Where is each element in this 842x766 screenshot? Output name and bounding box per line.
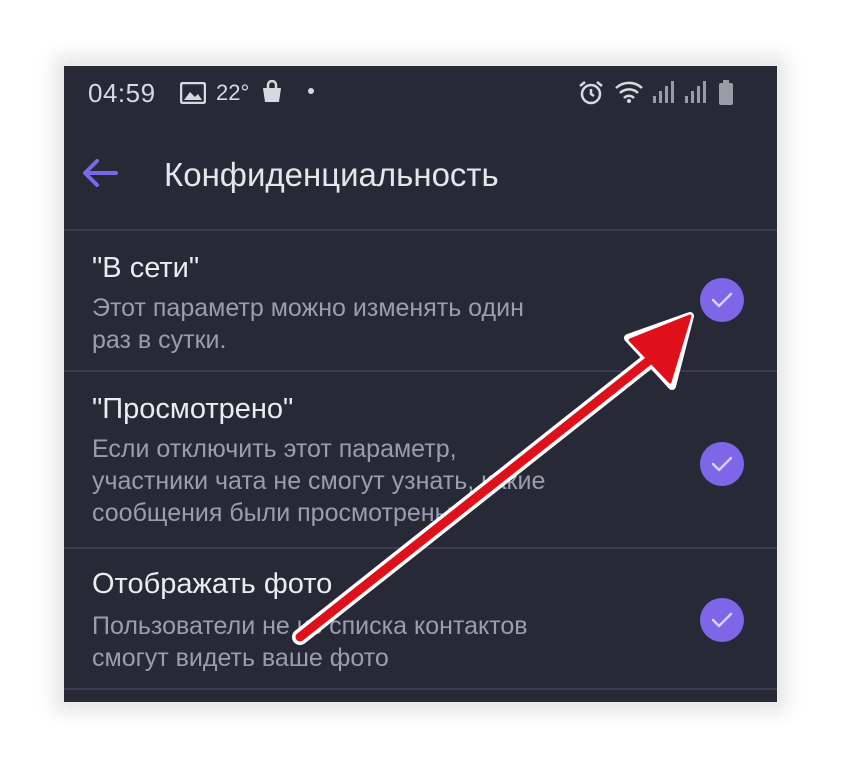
setting-online-status[interactable]: "В сети" Этот параметр можно изменять од… [64, 230, 777, 370]
toolbar: Конфиденциальность [64, 118, 777, 230]
arrow-left-icon[interactable] [82, 158, 118, 193]
status-temperature: 22° [216, 80, 250, 105]
status-time: 04:59 [88, 78, 156, 108]
setting-title: "В сети" [92, 252, 200, 284]
phone-screen: 04:59 22° Конфиденциальность "В сети" Эт… [64, 66, 777, 702]
setting-read-receipts[interactable]: "Просмотрено" Если отключить этот параме… [64, 371, 777, 547]
status-bar: 04:59 22° [64, 66, 777, 118]
description-line: сообщения были просмотрены. [92, 499, 460, 527]
setting-description: Пользователи не из списка контактов смог… [92, 610, 652, 674]
alarm-icon [577, 80, 605, 113]
setting-show-photo[interactable]: Отображать фото Пользователи не из списк… [64, 548, 777, 688]
battery-icon [718, 80, 734, 113]
setting-title: "Просмотрено" [92, 393, 294, 425]
description-line: раз в сутки. [92, 326, 227, 354]
description-line: Если отключить этот параметр, [92, 435, 457, 463]
notification-dot [308, 88, 314, 94]
wifi-icon [614, 80, 644, 111]
description-line: смогут видеть ваше фото [92, 644, 389, 672]
setting-title: Отображать фото [92, 568, 333, 600]
setting-description: Этот параметр можно изменять один раз в … [92, 292, 652, 356]
read-receipts-checkbox[interactable] [700, 442, 744, 486]
description-line: Пользователи не из списка контактов [92, 612, 528, 640]
page-title: Конфиденциальность [164, 156, 499, 193]
divider [64, 688, 777, 690]
signal-icon [652, 80, 676, 111]
setting-description: Если отключить этот параметр, участники … [92, 433, 652, 529]
description-line: Этот параметр можно изменять один [92, 294, 524, 322]
gallery-icon [179, 80, 207, 111]
online-status-checkbox[interactable] [700, 278, 744, 322]
signal-icon [684, 80, 708, 111]
description-line: участники чата не смогут узнать, какие [92, 467, 546, 495]
show-photo-checkbox[interactable] [700, 598, 744, 642]
bag-icon [260, 79, 284, 111]
